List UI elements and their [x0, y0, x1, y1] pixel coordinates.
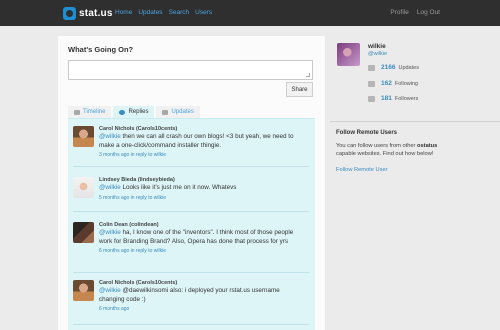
notice-text-body: ha, I know one of the "inventors". I thi…	[99, 229, 294, 245]
list-item: Lindsey Bieda (lindseybieda) @wilkie Loo…	[73, 177, 305, 201]
mention-link[interactable]: @wilkie	[99, 287, 121, 294]
stat-updates[interactable]: 2166 Updates	[368, 64, 419, 71]
top-navigation-bar: stat.us Home Updates Search Users Profil…	[0, 0, 500, 26]
following-icon	[368, 80, 375, 87]
avatar[interactable]	[73, 222, 94, 243]
tab-updates[interactable]: Updates	[156, 106, 200, 118]
notice-meta[interactable]: 6 months ago	[99, 306, 299, 312]
stat-followers[interactable]: 181 Followers	[368, 95, 418, 102]
avatar[interactable]	[73, 126, 94, 147]
notice-text-body: then we can all crash our own blogs! <3 …	[99, 133, 294, 149]
nav-home-link[interactable]: Home	[115, 9, 132, 16]
notice-text-body: Looks like it's just me on it now. Whate…	[120, 184, 237, 191]
avatar[interactable]	[73, 177, 94, 198]
notice-author[interactable]: Carol Nichols (Carols10cents)	[99, 280, 299, 286]
nav-logout-link[interactable]: Log Out	[417, 9, 440, 16]
notice-author[interactable]: Lindsey Bieda (lindseybieda)	[99, 177, 299, 183]
stat-following[interactable]: 162 Following	[368, 80, 418, 87]
tab-label: Timeline	[83, 109, 106, 115]
list-item: Colin Dean (colindean) @wilkie ha, I kno…	[73, 222, 305, 254]
resize-grip-icon[interactable]	[306, 73, 310, 77]
notice-author[interactable]: Carol Nichols (Carols10cents)	[99, 126, 299, 132]
main-panel: What's Going On? Share Timeline Replies …	[58, 36, 325, 330]
mention-link[interactable]: @wilkie	[99, 229, 121, 236]
list-item: Carol Nichols (Carols10cents) @wilkie @d…	[73, 280, 305, 312]
nav-profile-link[interactable]: Profile	[390, 9, 408, 16]
chat-icon	[368, 64, 375, 71]
remote-text-part: You can follow users from other	[336, 143, 418, 149]
share-button[interactable]: Share	[286, 82, 313, 97]
remote-users-description: You can follow users from other ostatus …	[336, 142, 454, 159]
tab-label: Updates	[171, 109, 194, 115]
remote-text-part: capable websites. Find out how below!	[336, 151, 434, 158]
notice-text: @wilkie then we can all crash our own bl…	[99, 133, 299, 150]
followers-icon	[368, 95, 375, 102]
mention-link[interactable]: @wilkie	[99, 184, 121, 191]
status-textarea[interactable]	[68, 60, 313, 80]
stat-label: Following	[394, 80, 419, 87]
feed-tabs: Timeline Replies Updates	[68, 106, 202, 118]
avatar[interactable]	[73, 280, 94, 301]
mention-link[interactable]: @wilkie	[99, 133, 121, 140]
profile-avatar[interactable]	[337, 43, 360, 66]
app-logo[interactable]: stat.us	[63, 5, 113, 21]
list-item: Carol Nichols (Carols10cents) @wilkie th…	[73, 126, 305, 158]
notice-text: @wilkie Looks like it's just me on it no…	[99, 184, 299, 193]
remote-users-title: Follow Remote Users	[336, 130, 398, 136]
reply-icon	[119, 109, 126, 115]
replies-feed: Carol Nichols (Carols10cents) @wilkie th…	[68, 118, 315, 330]
logo-icon	[63, 6, 76, 20]
divider	[73, 166, 309, 167]
tab-timeline[interactable]: Timeline	[68, 106, 112, 118]
sidebar-divider	[330, 121, 500, 122]
notice-text: @wilkie @daewilkinsomi also: i deployed …	[99, 287, 299, 304]
stat-value: 181	[381, 95, 392, 102]
notice-meta[interactable]: 6 months ago in reply to wilkie	[99, 248, 299, 254]
divider	[73, 272, 309, 273]
nav-updates-link[interactable]: Updates	[138, 9, 162, 16]
main-nav: Home Updates Search Users	[115, 9, 212, 16]
notice-text-body: @daewilkinsomi also: i deployed your rst…	[99, 287, 280, 303]
notice-meta[interactable]: 3 months ago in reply to wilkie	[99, 152, 299, 158]
nav-users-link[interactable]: Users	[195, 9, 212, 16]
logo-text: stat.us	[79, 7, 113, 19]
follow-remote-user-link[interactable]: Follow Remote User	[336, 167, 388, 173]
notice-text: @wilkie ha, I know one of the "inventors…	[99, 229, 299, 246]
stat-label: Updates	[398, 64, 419, 71]
stat-value: 2166	[381, 64, 396, 71]
notice-meta[interactable]: 5 months ago in reply to wilkie	[99, 195, 299, 201]
tab-replies[interactable]: Replies	[113, 106, 155, 118]
remote-text-bold: ostatus	[417, 143, 438, 149]
list-icon	[74, 109, 80, 115]
stat-value: 162	[381, 80, 392, 87]
divider	[73, 324, 309, 325]
divider	[73, 211, 309, 212]
notice-author[interactable]: Colin Dean (colindean)	[99, 222, 299, 228]
profile-handle[interactable]: @wilkie	[368, 51, 387, 57]
account-nav: Profile Log Out	[390, 9, 440, 16]
tab-label: Replies	[128, 109, 149, 115]
composer-heading: What's Going On?	[68, 45, 134, 54]
chat-icon	[162, 109, 169, 115]
nav-search-link[interactable]: Search	[169, 9, 190, 16]
stat-label: Followers	[394, 95, 419, 102]
profile-name[interactable]: wilkie	[368, 43, 386, 50]
